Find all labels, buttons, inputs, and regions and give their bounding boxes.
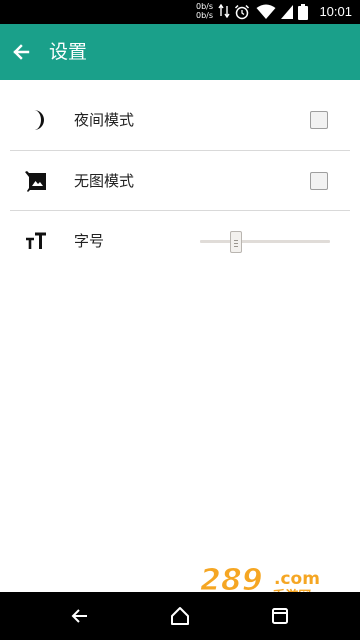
slider-grip-line bbox=[234, 240, 239, 241]
watermark-domain: .com bbox=[274, 569, 320, 589]
font-size-slider-thumb[interactable] bbox=[230, 231, 243, 253]
moon-icon bbox=[34, 110, 44, 130]
slider-grip-line bbox=[234, 246, 239, 247]
network-download-speed: 0b/s bbox=[196, 11, 214, 20]
nav-back-icon[interactable] bbox=[68, 604, 92, 628]
battery-icon bbox=[298, 4, 308, 20]
no-image-mode-label: 无图模式 bbox=[74, 172, 135, 190]
setting-row-font-size: 字号 bbox=[10, 211, 350, 271]
setting-row-night-mode[interactable]: 夜间模式 bbox=[10, 90, 350, 150]
app-bar: 设置 bbox=[0, 24, 360, 80]
font-size-label: 字号 bbox=[74, 232, 105, 250]
page-title: 设置 bbox=[49, 41, 88, 63]
nav-recents-icon[interactable] bbox=[268, 604, 292, 628]
status-bar: 0b/s 0b/s 10:01 bbox=[0, 0, 360, 24]
nav-home-icon[interactable] bbox=[168, 604, 192, 628]
setting-row-no-image-mode[interactable]: 无图模式 bbox=[10, 151, 350, 211]
alarm-icon bbox=[234, 4, 250, 20]
slider-grip-line bbox=[234, 243, 239, 244]
status-time: 10:01 bbox=[319, 4, 352, 19]
wifi-icon bbox=[256, 4, 276, 19]
data-transfer-icon bbox=[218, 4, 230, 18]
no-image-mode-checkbox[interactable] bbox=[310, 172, 328, 190]
night-mode-checkbox[interactable] bbox=[310, 111, 328, 129]
text-size-icon bbox=[26, 232, 46, 249]
back-arrow-icon[interactable] bbox=[8, 38, 36, 66]
network-speed: 0b/s 0b/s bbox=[196, 2, 213, 20]
image-off-icon bbox=[25, 171, 46, 192]
navigation-bar bbox=[0, 592, 360, 640]
night-mode-label: 夜间模式 bbox=[74, 111, 135, 129]
network-upload-speed: 0b/s bbox=[196, 2, 214, 11]
font-size-slider-track[interactable] bbox=[200, 240, 330, 243]
cell-signal-icon bbox=[281, 5, 293, 19]
